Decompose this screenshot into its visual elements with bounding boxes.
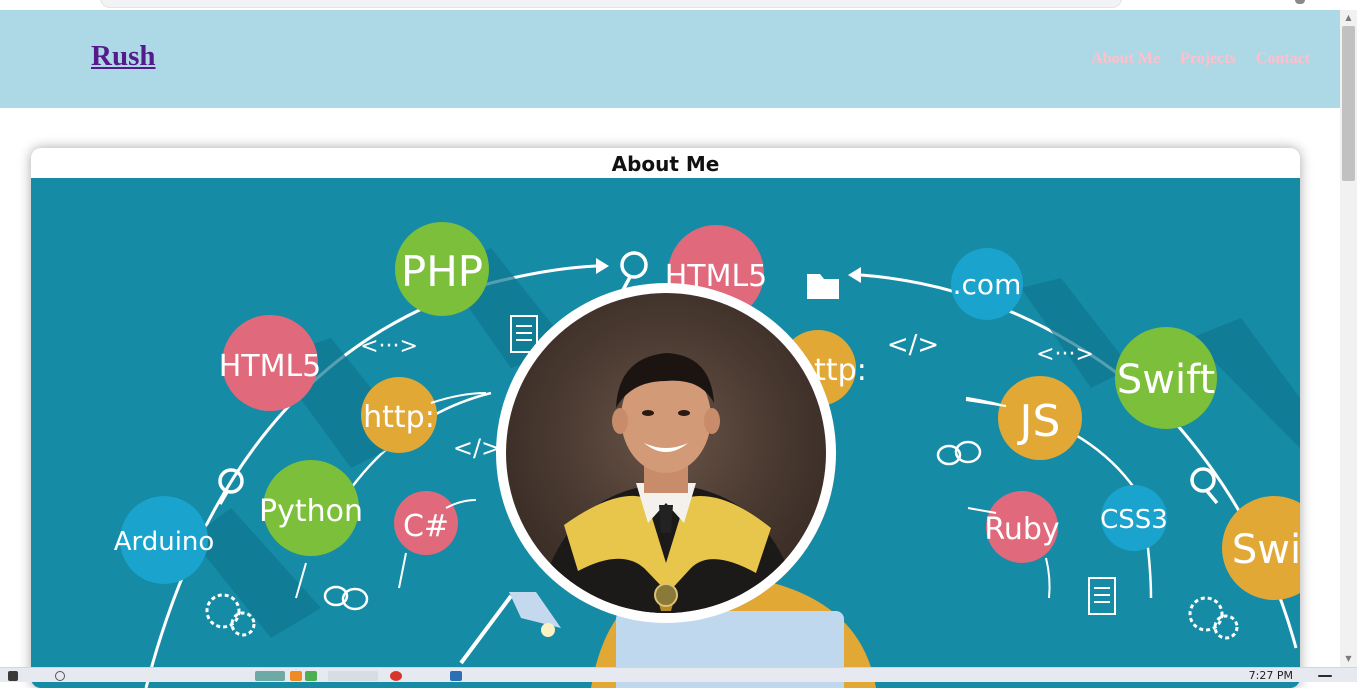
bubble-swift-top: Swift [1115, 327, 1217, 429]
bubble-label: HTML5 [219, 349, 322, 384]
document-icon [1088, 577, 1116, 615]
search-icon[interactable] [55, 671, 65, 681]
bubble-dotcom: .com [951, 248, 1023, 320]
site-header: Rush About Me Projects Contact [0, 10, 1340, 108]
search-icon [1190, 467, 1219, 505]
profile-photo-frame [496, 283, 836, 623]
chrome-icon[interactable] [390, 671, 402, 681]
bubble-js: JS [998, 376, 1082, 460]
chat-bubbles-icon [323, 585, 369, 611]
bubble-python: Python [259, 460, 363, 556]
search-icon [218, 468, 244, 505]
scroll-down-arrow-icon[interactable]: ▼ [1340, 651, 1357, 667]
bubble-csharp: C# [394, 491, 458, 555]
taskbar-app-icon[interactable] [328, 671, 378, 681]
taskbar-app-icon[interactable] [450, 671, 462, 681]
bubble-php: PHP [395, 222, 489, 316]
bubble-label: Arduino [114, 527, 215, 557]
chat-bubbles-icon [936, 440, 982, 466]
os-taskbar: 7:27 PM [0, 667, 1357, 682]
bubble-label: http: [363, 400, 435, 435]
bubble-label: PHP [401, 247, 483, 296]
browser-top-bar [0, 0, 1357, 10]
notification-icon[interactable] [1318, 675, 1332, 677]
nav-about-me[interactable]: About Me [1091, 50, 1160, 68]
bubble-swift-right: Swift [1222, 496, 1300, 600]
bubble-http-left: http: [361, 377, 437, 453]
nav-contact[interactable]: Contact [1256, 50, 1310, 68]
address-bar[interactable] [100, 0, 1122, 8]
logo-link[interactable]: Rush [91, 40, 156, 73]
scroll-thumb[interactable] [1342, 26, 1355, 181]
bubble-label: Ruby [984, 512, 1059, 547]
profile-photo [506, 293, 826, 613]
scroll-up-arrow-icon[interactable]: ▲ [1340, 10, 1357, 26]
code-symbol: <···> [1036, 342, 1094, 367]
taskbar-clock[interactable]: 7:27 PM [1249, 669, 1293, 682]
taskbar-app-icon[interactable] [305, 671, 317, 681]
bubble-label: Swift [1117, 357, 1215, 403]
bubble-css3: CSS3 [1100, 485, 1168, 551]
page-scrollbar[interactable]: ▲ ▼ [1340, 10, 1357, 667]
bubble-label: .com [953, 268, 1022, 301]
folder-icon [807, 274, 839, 299]
nav-projects[interactable]: Projects [1180, 50, 1236, 68]
bubble-ruby: Ruby [984, 491, 1060, 563]
about-title: About Me [611, 152, 720, 176]
bubble-label: Swift [1232, 527, 1300, 573]
arrow-icon [848, 267, 861, 283]
bubble-label: CSS3 [1100, 505, 1168, 535]
graduate-portrait-image [536, 353, 801, 613]
desk-lamp [459, 592, 561, 665]
code-symbol: <···> [360, 334, 418, 359]
main-nav: About Me Projects Contact [1091, 50, 1310, 68]
profile-icon[interactable] [1295, 0, 1305, 4]
taskbar-app-icon[interactable] [290, 671, 302, 681]
taskbar-app-icon[interactable] [255, 671, 285, 681]
code-symbol: </> [453, 434, 501, 462]
gears-icon [1188, 596, 1239, 640]
bubble-label: JS [1017, 396, 1061, 447]
windows-start-icon[interactable] [8, 671, 18, 681]
bubble-arduino: Arduino [114, 496, 215, 584]
code-symbol: </> [887, 330, 939, 360]
bubble-label: Python [259, 494, 363, 529]
arrow-icon [596, 258, 609, 274]
bubble-label: C# [403, 509, 449, 544]
